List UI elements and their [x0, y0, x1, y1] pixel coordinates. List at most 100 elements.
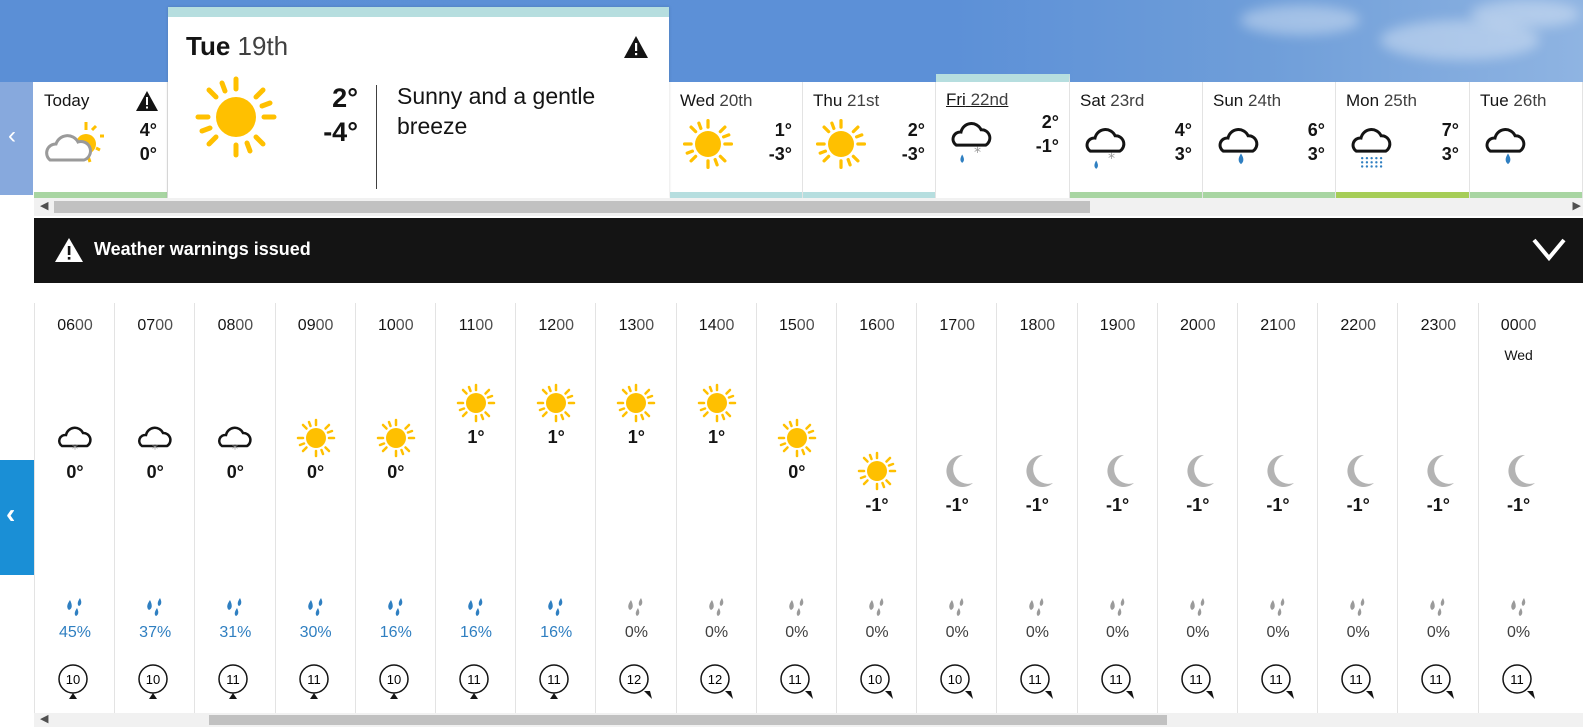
snow-cloud-icon: * — [215, 418, 255, 458]
day-high: 4° — [1174, 120, 1192, 140]
hour-column-1900[interactable]: 1900 -1° 0% 11 — [1076, 303, 1157, 713]
selected-day-panel[interactable]: Tue 19th 2° -4° Sunny and a gentle breez… — [168, 7, 669, 198]
hourly-forecast: 0600 * 0° 45% 10 0700 * 0° 37% 10 0800 *… — [34, 303, 1583, 713]
day-tab-thu-21st[interactable]: Thu 21st 2° -3° — [803, 82, 936, 198]
hour-hh: 12 — [538, 317, 557, 334]
wind-speed: 10 — [387, 672, 401, 687]
weather-warnings-toggle[interactable]: Weather warnings issued — [34, 218, 1583, 283]
day-low: -1° — [1035, 136, 1059, 156]
hour-column-1200[interactable]: 1200 1° 16% 11 — [515, 303, 595, 713]
hour-temperature: -1° — [1025, 495, 1049, 515]
hour-temperature: -1° — [945, 495, 969, 515]
days-scrollbar[interactable]: ◀ ▶ — [34, 198, 1583, 216]
hour-temperature: 1° — [547, 427, 565, 447]
day-name: Sat — [1080, 91, 1106, 110]
rain-drops-icon — [708, 598, 723, 616]
wind-speed-icon: 11 — [1341, 664, 1375, 699]
hour-column-1600[interactable]: 1600 -1° 0% 10 — [836, 303, 916, 713]
rain-drops-icon — [628, 598, 643, 616]
day-tab-sat-23rd[interactable]: Sat 23rd * 4° 3° — [1070, 82, 1203, 198]
rain-drops-icon — [388, 598, 403, 616]
hour-column-0900[interactable]: 0900 0° 30% 11 — [274, 303, 355, 713]
rain-drops-icon — [1270, 598, 1285, 616]
hour-time: 1600 — [837, 317, 917, 335]
hour-time: 1500 — [757, 317, 837, 335]
hour-day-label: Wed — [1504, 347, 1533, 363]
hour-temperature: 0° — [66, 462, 84, 482]
hour-column-0700[interactable]: 0700 * 0° 37% 10 — [114, 303, 194, 713]
hours-scrollbar[interactable]: ◀ — [34, 713, 1583, 727]
hour-hh: 07 — [137, 317, 156, 334]
hour-column-1400[interactable]: 1400 1° 0% 12 — [675, 303, 756, 713]
hour-mm: 00 — [155, 317, 173, 334]
wind-speed: 11 — [227, 672, 241, 687]
wind-speed-icon: 10 — [379, 664, 409, 699]
sleet-cloud-icon: * — [948, 112, 1000, 169]
sun-icon — [296, 418, 336, 458]
scroll-right-arrow-icon[interactable]: ▶ — [1573, 199, 1581, 212]
scrollbar-thumb[interactable] — [209, 715, 1167, 725]
wind-speed: 11 — [788, 672, 802, 687]
scroll-left-arrow-icon[interactable]: ◀ — [40, 199, 48, 212]
warning-icon[interactable] — [623, 35, 649, 59]
day-low: -3° — [768, 144, 792, 164]
day-tab-mon-25th[interactable]: Mon 25th 7° 3° — [1336, 82, 1470, 198]
day-date: 21st — [847, 91, 880, 110]
hour-column-2300[interactable]: 2300 -1° 0% 11 — [1397, 303, 1477, 713]
rain-drops-icon — [949, 598, 964, 616]
days-scroll-left-button[interactable]: ‹ — [0, 82, 33, 195]
hour-time: 2300 — [1398, 317, 1478, 335]
hour-mm: 00 — [877, 317, 895, 334]
wind-speed-icon: 11 — [1020, 664, 1054, 699]
hour-temperature: -1° — [1186, 495, 1210, 515]
day-date: 23rd — [1110, 91, 1145, 110]
hour-mm: 00 — [1037, 317, 1056, 334]
wind-speed-icon: 11 — [298, 664, 329, 699]
svg-text:*: * — [232, 442, 238, 456]
hour-hh: 10 — [378, 317, 396, 334]
day-low: 0° — [139, 144, 157, 164]
rain-chance: 0% — [1426, 624, 1450, 641]
hour-mm: 00 — [315, 317, 334, 334]
hour-column-1100[interactable]: 1100 1° 16% 11 — [435, 303, 515, 713]
wind-speed: 11 — [1029, 672, 1043, 687]
hour-column-1700[interactable]: 1700 -1° 0% 10 — [916, 303, 996, 713]
scroll-left-arrow-icon[interactable]: ◀ — [40, 712, 48, 725]
hour-column-1800[interactable]: 1800 -1° 0% 11 — [996, 303, 1076, 713]
rain-chance: 0% — [1186, 624, 1210, 641]
hour-mm: 00 — [475, 317, 494, 334]
hour-column-0800[interactable]: 0800 * 0° 31% 11 — [194, 303, 274, 713]
hour-mm: 00 — [1278, 317, 1296, 334]
moon-icon — [1499, 451, 1539, 491]
rain-chance: 0% — [1106, 624, 1130, 641]
hour-column-2100[interactable]: 2100 -1° 0% 11 — [1237, 303, 1317, 713]
hour-column-2200[interactable]: 2200 -1° 0% 11 — [1317, 303, 1397, 713]
hour-hh: 06 — [57, 317, 75, 334]
day-tab-sun-24th[interactable]: Sun 24th 6° 3° — [1203, 82, 1336, 198]
warnings-title: Weather warnings issued — [94, 239, 311, 259]
hour-column-0000[interactable]: 0000 Wed -1° 0% 11 — [1477, 303, 1558, 713]
wind-speed-icon: 10 — [940, 664, 974, 699]
rain-chance: 31% — [219, 624, 252, 641]
hour-time: 1300 — [596, 317, 676, 335]
sun-icon — [815, 118, 867, 175]
hour-column-2000[interactable]: 2000 -1° 0% 11 — [1156, 303, 1237, 713]
wind-speed: 12 — [627, 672, 641, 687]
day-label: Today — [44, 91, 90, 110]
hour-hh: 19 — [1099, 317, 1118, 334]
day-tab-wed-20th[interactable]: Wed 20th 1° -3° — [670, 82, 803, 198]
hour-column-0600[interactable]: 0600 * 0° 45% 10 — [34, 303, 114, 713]
hour-mm: 00 — [1518, 317, 1537, 334]
hours-scroll-left-button[interactable]: ‹ — [0, 460, 34, 575]
day-tab-tue-26th[interactable]: Tue 26th — [1470, 82, 1583, 198]
hour-column-1300[interactable]: 1300 1° 0% 12 — [595, 303, 675, 713]
hour-temperature: 0° — [226, 462, 244, 482]
hour-column-1000[interactable]: 1000 0° 16% 10 — [354, 303, 435, 713]
sun-icon — [682, 118, 734, 175]
selected-day-description: Sunny and a gentle breeze — [397, 83, 596, 139]
day-tab-today[interactable]: Today 4° 0° — [34, 82, 168, 198]
hour-column-1500[interactable]: 1500 0° 0% 11 — [755, 303, 837, 713]
scrollbar-thumb[interactable] — [54, 201, 1090, 213]
wind-speed-icon: 12 — [619, 664, 653, 699]
day-tab-fri-22nd[interactable]: Fri 22nd * 2° -1° — [936, 74, 1070, 198]
